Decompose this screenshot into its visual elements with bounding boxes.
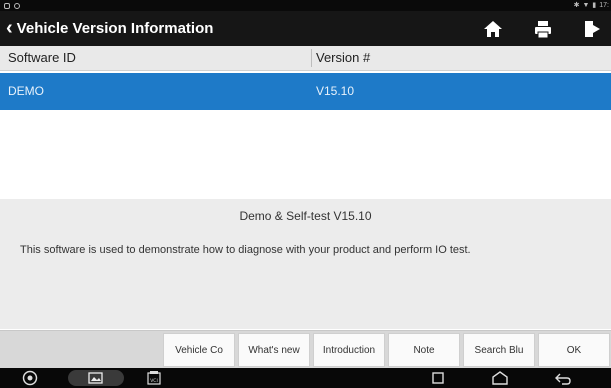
clock: 17: xyxy=(599,2,609,9)
chevron-left-icon: ‹ xyxy=(6,17,13,39)
table-row[interactable]: DEMO V15.10 xyxy=(0,73,611,110)
vehicle-coverage-button[interactable]: Vehicle Co xyxy=(163,333,235,367)
recent-apps-icon[interactable] xyxy=(430,370,446,386)
description-title: Demo & Self-test V15.10 xyxy=(239,209,372,223)
cell-version: V15.10 xyxy=(316,84,355,98)
header-software-id: Software ID xyxy=(8,50,76,65)
exit-icon[interactable] xyxy=(581,18,603,40)
settings-icon xyxy=(14,2,20,9)
svg-text:VCI: VCI xyxy=(150,378,158,384)
vci-icon[interactable]: VCI xyxy=(146,370,162,386)
back-nav-icon[interactable] xyxy=(554,370,572,386)
print-icon[interactable] xyxy=(532,18,554,40)
status-bar: ✱ ▼ ▮ 17: xyxy=(0,0,611,11)
ok-button[interactable]: OK xyxy=(538,333,610,367)
note-button[interactable]: Note xyxy=(388,333,460,367)
browser-icon[interactable] xyxy=(22,370,38,386)
navigation-bar: VCI xyxy=(0,368,611,388)
back-button[interactable]: ‹ Vehicle Version Information xyxy=(6,11,213,46)
whats-new-button[interactable]: What's new xyxy=(238,333,310,367)
description-text: This software is used to demonstrate how… xyxy=(20,244,471,256)
page-title: Vehicle Version Information xyxy=(16,20,214,37)
header-version: Version # xyxy=(316,50,371,65)
gallery-icon[interactable] xyxy=(68,370,124,386)
title-bar: ‹ Vehicle Version Information xyxy=(0,11,611,46)
cell-software-id: DEMO xyxy=(8,84,44,98)
home-nav-icon[interactable] xyxy=(491,370,509,386)
button-bar: Vehicle Co What's new Introduction Note … xyxy=(0,330,611,369)
introduction-button[interactable]: Introduction xyxy=(313,333,385,367)
home-icon[interactable] xyxy=(482,18,504,40)
table-header: Software ID Version # xyxy=(0,46,611,71)
notification-icon xyxy=(4,2,10,9)
search-bluetooth-button[interactable]: Search Blu xyxy=(463,333,535,367)
battery-icon: ▮ xyxy=(592,2,597,9)
wifi-icon: ▼ xyxy=(582,2,590,9)
description-panel: Demo & Self-test V15.10 This software is… xyxy=(0,199,611,329)
column-divider xyxy=(311,49,312,67)
bluetooth-icon: ✱ xyxy=(573,2,580,9)
